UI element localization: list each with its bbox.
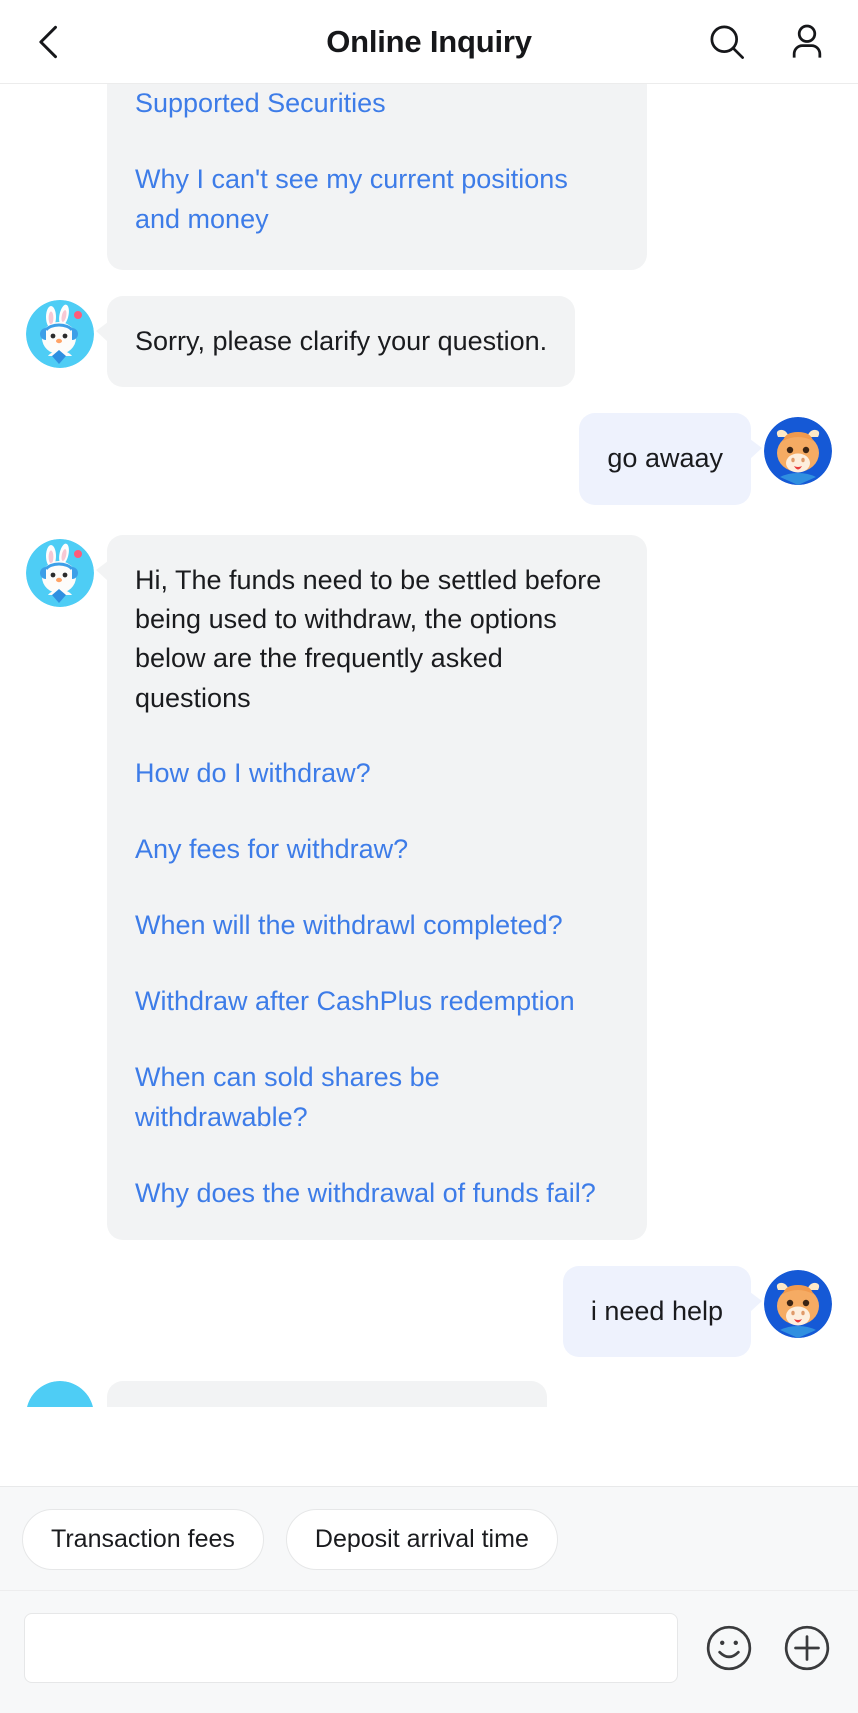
- quick-reply-transaction-fees[interactable]: Transaction fees: [22, 1509, 264, 1570]
- user-message-bubble: i need help: [562, 1265, 763, 1358]
- profile-button[interactable]: [784, 19, 830, 65]
- faq-link[interactable]: Supported Securities: [135, 84, 619, 124]
- message-row: i need help: [26, 1265, 832, 1358]
- bot-avatar: [26, 299, 94, 368]
- bot-avatar: [26, 538, 94, 607]
- message-text: i need help: [590, 1295, 723, 1326]
- faq-link[interactable]: Any fees for withdraw?: [135, 830, 619, 870]
- bot-message-bubble: Supported Securities Why I can't see my …: [107, 84, 647, 270]
- user-avatar: [764, 417, 832, 486]
- message-row: go awaay: [26, 413, 832, 505]
- message-row: Hi, The funds need to be settled before …: [26, 534, 832, 1240]
- bunny-assistant-avatar-icon: [26, 299, 94, 368]
- bot-message-bubble-partial: [107, 1381, 547, 1408]
- bottom-bar: Transaction fees Deposit arrival time: [0, 1486, 858, 1713]
- faq-link[interactable]: How do I withdraw?: [135, 754, 619, 794]
- bunny-assistant-avatar-icon: [26, 1381, 94, 1408]
- add-attachment-button[interactable]: [780, 1621, 834, 1675]
- message-row: Supported Securities Why I can't see my …: [26, 84, 832, 270]
- search-icon: [710, 25, 744, 59]
- message-text: Sorry, please clarify your question.: [135, 325, 548, 356]
- chevron-left-icon: [39, 25, 57, 58]
- bull-user-avatar-icon: [764, 1269, 832, 1338]
- user-avatar: [764, 1269, 832, 1338]
- faq-link[interactable]: Withdraw after CashPlus redemption: [135, 982, 619, 1022]
- message-text: Hi, The funds need to be settled before …: [135, 564, 602, 713]
- message-composer: [0, 1591, 858, 1713]
- message-text: go awaay: [607, 443, 723, 474]
- chat-screen: Online Inquiry Supported Securities Why …: [0, 0, 858, 1713]
- search-button[interactable]: [704, 19, 750, 65]
- bot-message-bubble: Hi, The funds need to be settled before …: [96, 534, 647, 1240]
- message-list[interactable]: Supported Securities Why I can't see my …: [0, 84, 858, 1486]
- faq-link[interactable]: Why does the withdrawal of funds fail?: [135, 1174, 619, 1214]
- quick-reply-deposit-arrival-time[interactable]: Deposit arrival time: [285, 1509, 558, 1570]
- emoji-button[interactable]: [702, 1621, 756, 1675]
- back-button[interactable]: [28, 15, 82, 69]
- plus-circle-icon: [784, 1625, 830, 1671]
- faq-link[interactable]: Why I can't see my current positions and…: [135, 160, 619, 240]
- message-row: Sorry, please clarify your question.: [26, 295, 832, 388]
- bot-message-bubble: Sorry, please clarify your question.: [95, 295, 576, 388]
- message-row-partial: [26, 1381, 832, 1408]
- bunny-assistant-avatar-icon: [26, 538, 94, 607]
- user-message-bubble: go awaay: [579, 413, 762, 505]
- smiley-face-icon: [706, 1625, 752, 1671]
- header-actions: [704, 19, 830, 65]
- message-input[interactable]: [24, 1613, 678, 1683]
- quick-reply-chips: Transaction fees Deposit arrival time: [0, 1487, 858, 1591]
- app-header: Online Inquiry: [0, 0, 858, 84]
- bull-user-avatar-icon: [764, 417, 832, 486]
- faq-link[interactable]: When can sold shares be withdrawable?: [135, 1058, 619, 1138]
- bot-avatar-partial: [26, 1381, 94, 1408]
- faq-link[interactable]: When will the withdrawl completed?: [135, 906, 619, 946]
- person-icon: [792, 24, 822, 58]
